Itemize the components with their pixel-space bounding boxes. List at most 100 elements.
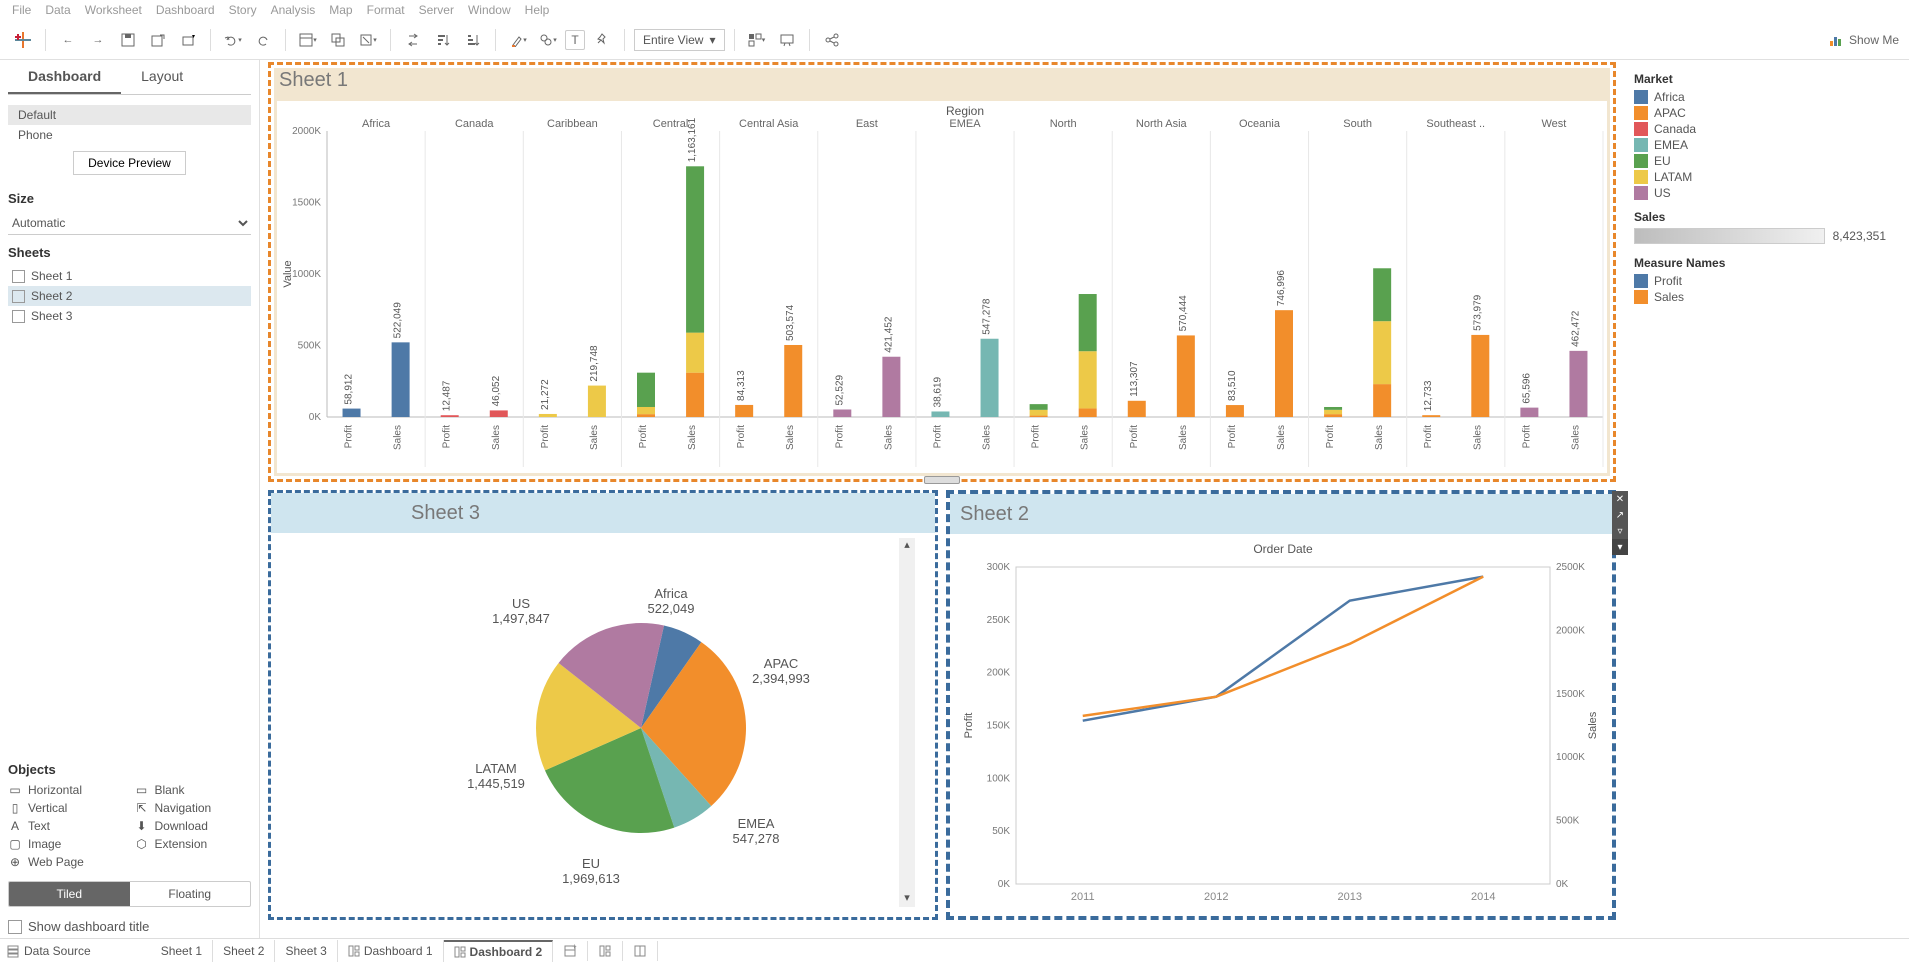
svg-text:83,510: 83,510 — [1227, 370, 1238, 401]
tab-dashboard[interactable]: Dashboard — [8, 60, 121, 94]
menu-server[interactable]: Server — [419, 3, 454, 17]
sheet-item-3[interactable]: Sheet 3 — [8, 306, 251, 326]
svg-text:1000K: 1000K — [292, 269, 321, 280]
data-source-tab[interactable]: Data Source — [6, 944, 91, 958]
menu-format[interactable]: Format — [367, 3, 405, 17]
tab-dashboard-1[interactable]: Dashboard 1 — [338, 940, 444, 962]
autoupdate-icon[interactable]: ▾ — [175, 27, 201, 53]
more-icon[interactable]: ▾ — [1612, 539, 1628, 555]
menu-analysis[interactable]: Analysis — [271, 3, 316, 17]
new-worksheet-icon[interactable]: ▾ — [295, 27, 321, 53]
new-dashboard-tab-icon[interactable] — [588, 941, 623, 961]
menu-help[interactable]: Help — [525, 3, 550, 17]
menu-window[interactable]: Window — [468, 3, 511, 17]
legend-market-emea[interactable]: EMEA — [1634, 138, 1886, 152]
sheet1-frame[interactable]: Sheet 1 Region0K500K1000K1500K2000KValue… — [268, 62, 1616, 482]
obj-navigation[interactable]: ⇱Navigation — [135, 801, 252, 815]
sheet-item-1[interactable]: Sheet 1 — [8, 266, 251, 286]
tableau-logo-icon[interactable] — [10, 27, 36, 53]
obj-blank[interactable]: ▭Blank — [135, 783, 252, 797]
floating-button[interactable]: Floating — [130, 882, 251, 906]
menu-bar[interactable]: File Data Worksheet Dashboard Story Analysis M… — [0, 0, 1909, 20]
new-worksheet-tab-icon[interactable]: + — [553, 941, 588, 961]
legend-market-us[interactable]: US — [1634, 186, 1886, 200]
tab-sheet-2[interactable]: Sheet 2 — [213, 940, 275, 962]
menu-map[interactable]: Map — [329, 3, 352, 17]
svg-text:1500K: 1500K — [1556, 689, 1585, 700]
sheet-item-2[interactable]: Sheet 2 — [8, 286, 251, 306]
menu-story[interactable]: Story — [229, 3, 257, 17]
sheet3-frame[interactable]: Sheet 3 Africa522,049APAC2,394,993EMEA54… — [268, 490, 938, 920]
svg-text:2,394,993: 2,394,993 — [752, 671, 810, 686]
left-panel: Dashboard Layout Default Phone Device Pr… — [0, 60, 260, 942]
menu-dashboard[interactable]: Dashboard — [156, 3, 215, 17]
sales-max-value: 8,423,351 — [1833, 229, 1886, 243]
sort-asc-icon[interactable] — [430, 27, 456, 53]
fit-select[interactable]: Entire View ▾ — [634, 29, 725, 51]
obj-download[interactable]: ⬇Download — [135, 819, 252, 833]
legend-market-eu[interactable]: EU — [1634, 154, 1886, 168]
menu-data[interactable]: Data — [45, 3, 70, 17]
svg-text:1000K: 1000K — [1556, 752, 1585, 763]
obj-horizontal[interactable]: ▭Horizontal — [8, 783, 125, 797]
legend-measure-profit[interactable]: Profit — [1634, 274, 1886, 288]
filter-icon[interactable]: ▿ — [1612, 523, 1628, 539]
show-me-button[interactable]: Show Me — [1829, 33, 1899, 47]
size-heading: Size — [8, 191, 251, 206]
resize-handle[interactable] — [924, 476, 960, 484]
legend-market-canada[interactable]: Canada — [1634, 122, 1886, 136]
sort-desc-icon[interactable] — [460, 27, 486, 53]
goto-sheet-icon[interactable]: ↗ — [1612, 507, 1628, 523]
legend-market-africa[interactable]: Africa — [1634, 90, 1886, 104]
scrollbar[interactable]: ▴ ▾ — [899, 538, 915, 907]
tab-sheet-1[interactable]: Sheet 1 — [151, 940, 213, 962]
new-datasource-icon[interactable] — [145, 27, 171, 53]
legend-measure-sales[interactable]: Sales — [1634, 290, 1886, 304]
menu-file[interactable]: File — [12, 3, 31, 17]
redo-icon[interactable] — [250, 27, 276, 53]
sheet2-toolbar: ✕ ↗ ▿ ▾ — [1612, 491, 1628, 555]
legend-market-latam[interactable]: LATAM — [1634, 170, 1886, 184]
tab-sheet-3[interactable]: Sheet 3 — [275, 940, 337, 962]
undo-icon[interactable]: ▾ — [220, 27, 246, 53]
device-preview-button[interactable]: Device Preview — [73, 151, 186, 175]
duplicate-icon[interactable] — [325, 27, 351, 53]
obj-extension[interactable]: ⬡Extension — [135, 837, 252, 851]
back-icon[interactable]: ← — [55, 27, 81, 53]
obj-text[interactable]: AText — [8, 819, 125, 833]
label-icon[interactable]: T — [565, 30, 585, 50]
svg-text:462,472: 462,472 — [1570, 310, 1581, 347]
presentation-icon[interactable] — [774, 27, 800, 53]
forward-icon[interactable]: → — [85, 27, 111, 53]
new-story-tab-icon[interactable] — [623, 941, 658, 961]
tab-layout[interactable]: Layout — [121, 60, 203, 94]
size-select[interactable]: Automatic — [8, 212, 251, 235]
swap-icon[interactable] — [400, 27, 426, 53]
tiled-button[interactable]: Tiled — [9, 882, 130, 906]
save-icon[interactable] — [115, 27, 141, 53]
sheets-heading: Sheets — [8, 245, 251, 260]
svg-text:84,313: 84,313 — [736, 370, 747, 401]
show-title-checkbox[interactable] — [8, 920, 22, 934]
obj-vertical[interactable]: ▯Vertical — [8, 801, 125, 815]
obj-web-page[interactable]: ⊕Web Page — [8, 855, 125, 869]
device-default[interactable]: Default — [8, 105, 251, 125]
menu-worksheet[interactable]: Worksheet — [85, 3, 142, 17]
share-icon[interactable] — [819, 27, 845, 53]
svg-text:Oceania: Oceania — [1239, 118, 1281, 130]
group-icon[interactable]: ▾ — [535, 27, 561, 53]
svg-text:1,497,847: 1,497,847 — [492, 611, 550, 626]
pin-icon[interactable] — [589, 27, 615, 53]
dashboard-canvas[interactable]: Sheet 1 Region0K500K1000K1500K2000KValue… — [260, 60, 1909, 942]
obj-image[interactable]: ▢Image — [8, 837, 125, 851]
clear-icon[interactable]: ▾ — [355, 27, 381, 53]
legend-market-apac[interactable]: APAC — [1634, 106, 1886, 120]
svg-text:250K: 250K — [987, 615, 1011, 626]
highlight-icon[interactable]: ▾ — [505, 27, 531, 53]
close-icon[interactable]: ✕ — [1612, 491, 1628, 507]
show-cards-icon[interactable]: ▾ — [744, 27, 770, 53]
device-phone[interactable]: Phone — [8, 125, 251, 145]
tab-dashboard-2[interactable]: Dashboard 2 — [444, 940, 554, 962]
sheet2-frame[interactable]: Sheet 2 Order Date0K50K100K150K200K250K3… — [946, 490, 1616, 920]
worksheet-icon — [12, 270, 25, 283]
